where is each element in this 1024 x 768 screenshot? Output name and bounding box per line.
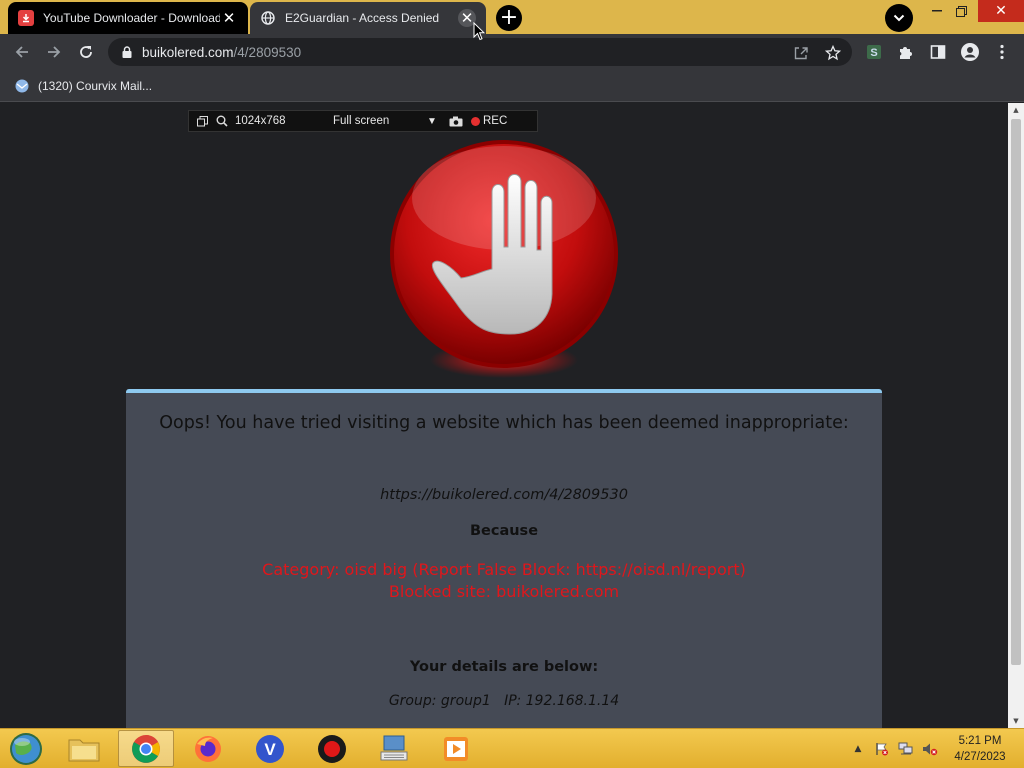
details-label: Your details are below: — [409, 659, 599, 675]
new-tab-button[interactable]: + — [496, 5, 522, 31]
record-dot-icon — [471, 116, 480, 126]
window-icon[interactable] — [195, 114, 209, 128]
share-icon[interactable] — [792, 44, 810, 62]
bookmarks-bar: (1320) Courvix Mail... — [0, 70, 1024, 102]
tab-strip: YouTube Downloader - Download ✕ E2Guardi… — [0, 0, 1024, 34]
address-bar[interactable]: buikolered.com/4/2809530 — [108, 38, 852, 66]
capture-mode-select[interactable]: Full screen — [323, 115, 427, 127]
mail-globe-icon — [15, 79, 29, 93]
close-tab-icon[interactable]: ✕ — [220, 9, 238, 27]
page-scrollbar[interactable]: ▲ ▼ — [1008, 103, 1024, 728]
close-window-button[interactable]: ✕ — [978, 0, 1024, 22]
lock-icon[interactable] — [120, 45, 134, 59]
back-button[interactable] — [10, 40, 34, 64]
url-text[interactable]: buikolered.com/4/2809530 — [142, 45, 301, 60]
folder-icon — [68, 739, 100, 761]
side-panel-icon[interactable] — [928, 42, 948, 62]
volume-muted-icon[interactable] — [922, 741, 938, 757]
zoom-icon[interactable] — [215, 114, 229, 128]
browser-toolbar: buikolered.com/4/2809530 S — [0, 34, 1024, 70]
screen-recorder-toolbar: 1024x768 Full screen ▼ REC — [188, 110, 538, 132]
block-message-panel: Oops! You have tried visiting a website … — [126, 389, 882, 728]
taskbar-chrome[interactable] — [118, 730, 174, 767]
taskbar-media-player[interactable] — [428, 730, 484, 767]
taskbar-remote-desktop[interactable] — [366, 730, 422, 767]
start-button-icon[interactable] — [6, 731, 46, 767]
arrow-left-icon — [15, 46, 28, 58]
scroll-down-icon[interactable]: ▼ — [1008, 714, 1024, 728]
page-content: 1024x768 Full screen ▼ REC Oops! You hav… — [0, 103, 1008, 728]
profile-avatar-icon[interactable] — [960, 42, 980, 62]
firefox-icon — [195, 735, 221, 762]
clock-date: 4/27/2023 — [954, 751, 1006, 763]
tab-title: E2Guardian - Access Denied — [285, 11, 440, 25]
scroll-up-icon[interactable]: ▲ — [1008, 103, 1024, 117]
forward-button[interactable] — [42, 40, 66, 64]
taskbar-recorder[interactable] — [304, 730, 360, 767]
record-app-icon — [318, 734, 346, 763]
mouse-cursor-icon — [473, 22, 485, 41]
chevron-down-icon — [893, 14, 905, 22]
camera-icon[interactable] — [449, 114, 463, 128]
svg-text:V: V — [264, 740, 276, 759]
stop-hand-icon — [390, 140, 618, 378]
tab-search-button[interactable] — [885, 4, 913, 32]
globe-icon — [260, 10, 276, 26]
extension-s-icon[interactable]: S — [864, 42, 884, 62]
recording-resolution: 1024x768 — [235, 115, 286, 127]
action-center-flag-icon[interactable] — [874, 741, 890, 757]
dropdown-arrow-icon[interactable]: ▼ — [427, 116, 443, 127]
system-clock[interactable]: 5:21 PM 4/27/2023 — [948, 733, 1012, 765]
show-hidden-icons[interactable]: ▲ — [850, 741, 866, 757]
taskbar-file-explorer[interactable] — [56, 730, 112, 767]
block-category: Category: oisd big (Report False Block: … — [262, 560, 746, 579]
tab-youtube-downloader[interactable]: YouTube Downloader - Download ✕ — [8, 2, 248, 34]
scrollbar-thumb[interactable] — [1011, 119, 1021, 665]
tab-e2guardian[interactable]: E2Guardian - Access Denied ✕ — [250, 2, 486, 34]
extensions-puzzle-icon[interactable] — [896, 42, 916, 62]
restore-button[interactable] — [944, 0, 978, 22]
blocked-url: https://buikolered.com/4/2809530 — [380, 487, 628, 503]
bookmark-label: (1320) Courvix Mail... — [38, 79, 153, 93]
download-icon — [18, 10, 34, 26]
taskbar-firefox[interactable] — [180, 730, 236, 767]
url-path: /4/2809530 — [233, 44, 302, 60]
block-headline: Oops! You have tried visiting a website … — [159, 413, 849, 433]
record-label: REC — [483, 115, 508, 127]
clock-time: 5:21 PM — [958, 735, 1002, 747]
taskbar-v-app[interactable]: V — [242, 730, 298, 767]
block-reason: Category: oisd big (Report False Block: … — [126, 559, 882, 603]
keyboard-monitor-icon — [380, 735, 408, 760]
svg-text:S: S — [870, 47, 877, 59]
bookmark-star-icon[interactable] — [824, 44, 842, 62]
arrow-right-icon — [48, 46, 61, 58]
url-host: buikolered.com — [142, 44, 234, 60]
media-player-icon — [444, 736, 468, 761]
windows-taskbar: V ▲ 5:21 PM 4/27/2023 — [0, 728, 1024, 768]
network-icon[interactable] — [898, 741, 914, 757]
v-app-icon: V — [256, 734, 284, 763]
chrome-icon — [132, 734, 160, 763]
tab-title: YouTube Downloader - Download — [43, 11, 220, 25]
group-ip-line: Group: group1 IP: 192.168.1.14 — [388, 693, 620, 709]
blocked-site: Blocked site: buikolered.com — [388, 582, 620, 601]
bookmark-courvix-mail[interactable]: (1320) Courvix Mail... — [14, 76, 152, 96]
record-button[interactable]: REC — [471, 115, 507, 127]
because-label: Because — [469, 523, 539, 539]
menu-kebab-icon[interactable] — [992, 42, 1012, 62]
reload-button[interactable] — [74, 40, 98, 64]
reload-icon — [80, 46, 92, 58]
